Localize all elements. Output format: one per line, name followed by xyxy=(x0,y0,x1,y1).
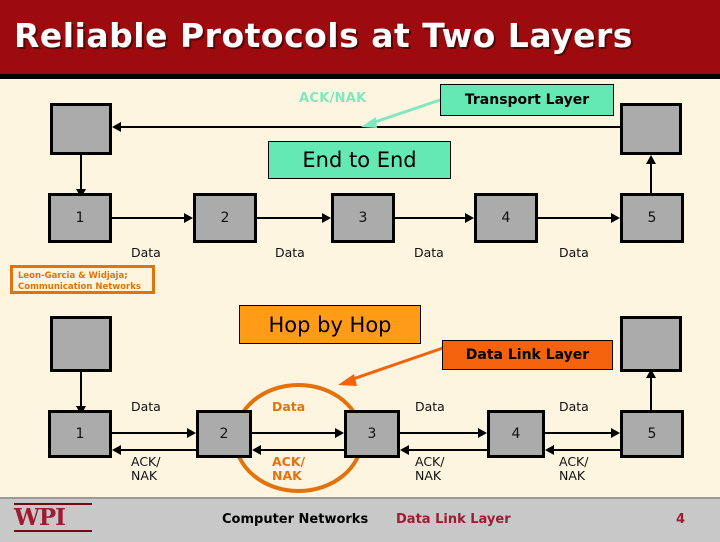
top-link-3-4 xyxy=(395,217,465,219)
bottom-ack-label-1: ACK/ NAK xyxy=(131,454,161,484)
callout-end-to-end-text: End to End xyxy=(302,148,417,172)
top-endpoint-left xyxy=(50,103,112,155)
top-node-1-label: 1 xyxy=(75,210,85,226)
bottom-node-2-label: 2 xyxy=(219,426,229,442)
bottom-data-label-4: Data xyxy=(559,399,589,414)
bottom-ack-link-2-1 xyxy=(121,449,196,451)
bottom-ack-link-4-3-arrowhead xyxy=(400,445,409,455)
top-link-4-5 xyxy=(538,217,611,219)
top-link-1-2-arrowhead xyxy=(184,213,193,223)
wpi-logo-text: WPI xyxy=(14,504,66,531)
top-data-label-3: Data xyxy=(414,245,444,260)
bottom-data-link-1-2-arrowhead xyxy=(187,428,196,438)
bottom-node-1-label: 1 xyxy=(75,426,85,442)
top-node-2-label: 2 xyxy=(220,210,230,226)
footer-topic: Data Link Layer xyxy=(396,512,511,527)
top-link-3-4-arrowhead xyxy=(465,213,474,223)
bottom-right-endpoint-connector xyxy=(650,376,652,410)
footer-page-number: 4 xyxy=(676,512,686,527)
wpi-logo: WPI xyxy=(14,503,92,532)
top-ack-return-arrowhead xyxy=(112,122,121,132)
callout-end-to-end: End to End xyxy=(268,141,451,179)
bottom-endpoint-right xyxy=(620,316,682,372)
bottom-data-link-4-5 xyxy=(545,432,611,434)
top-left-endpoint-connector xyxy=(80,155,82,193)
bottom-node-4: 4 xyxy=(487,410,545,458)
callout-data-link-layer: Data Link Layer xyxy=(442,340,613,370)
bottom-data-link-4-5-arrowhead xyxy=(611,428,620,438)
bottom-node-4-label: 4 xyxy=(511,426,521,442)
page-title: Reliable Protocols at Two Layers xyxy=(14,16,633,55)
top-data-label-1: Data xyxy=(131,245,161,260)
top-ack-return-line xyxy=(120,126,622,128)
top-node-5-label: 5 xyxy=(647,210,657,226)
bottom-left-endpoint-connector xyxy=(80,372,82,410)
top-link-2-3-arrowhead xyxy=(322,213,331,223)
bottom-node-1: 1 xyxy=(48,410,112,458)
top-node-3-label: 3 xyxy=(358,210,368,226)
slide-canvas: Reliable Protocols at Two Layers ACK/NAK… xyxy=(0,0,720,542)
bottom-data-label-2-highlight: Data xyxy=(272,399,306,414)
top-right-endpoint-arrowhead xyxy=(646,155,656,164)
top-ack-nak-label: ACK/NAK xyxy=(299,91,367,106)
title-divider xyxy=(0,74,720,79)
top-node-1: 1 xyxy=(48,193,112,243)
top-link-2-3 xyxy=(257,217,322,219)
callout-hop-by-hop-text: Hop by Hop xyxy=(268,312,392,337)
attribution-box: Leon-Garcia & Widjaja; Communication Net… xyxy=(10,265,155,294)
bottom-node-5-label: 5 xyxy=(647,426,657,442)
top-node-2: 2 xyxy=(193,193,257,243)
callout-data-link-layer-text: Data Link Layer xyxy=(465,347,590,363)
bottom-ack-link-2-1-arrowhead xyxy=(112,445,121,455)
attribution-line-1: Leon-Garcia & Widjaja; xyxy=(18,271,128,281)
bottom-node-3: 3 xyxy=(344,410,400,458)
top-link-1-2 xyxy=(112,217,184,219)
callout-hop-by-hop: Hop by Hop xyxy=(239,305,421,344)
top-data-label-2: Data xyxy=(275,245,305,260)
top-node-5: 5 xyxy=(620,193,684,243)
bottom-ack-link-5-4 xyxy=(554,449,620,451)
bottom-endpoint-left xyxy=(50,316,112,372)
bottom-data-link-3-4 xyxy=(400,432,478,434)
footer-course: Computer Networks xyxy=(222,512,369,527)
bottom-ack-link-3-2-arrowhead xyxy=(252,445,261,455)
callout-transport-layer-text: Transport Layer xyxy=(464,92,590,108)
bottom-node-3-label: 3 xyxy=(367,426,377,442)
bottom-data-link-1-2 xyxy=(112,432,187,434)
top-link-4-5-arrowhead xyxy=(611,213,620,223)
bottom-ack-label-3: ACK/ NAK xyxy=(415,454,445,484)
bottom-data-link-2-3-arrowhead xyxy=(335,428,344,438)
bottom-ack-link-4-3 xyxy=(409,449,487,451)
bottom-data-link-2-3 xyxy=(252,432,335,434)
bottom-ack-link-3-2 xyxy=(261,449,344,451)
bottom-ack-link-5-4-arrowhead xyxy=(545,445,554,455)
bottom-ack-label-2-highlight: ACK/ NAK xyxy=(272,454,306,484)
bottom-ack-label-4: ACK/ NAK xyxy=(559,454,589,484)
top-right-endpoint-connector xyxy=(650,162,652,194)
callout-transport-layer: Transport Layer xyxy=(440,84,614,116)
bottom-data-label-3: Data xyxy=(415,399,445,414)
bottom-data-link-3-4-arrowhead xyxy=(478,428,487,438)
top-node-4: 4 xyxy=(474,193,538,243)
bottom-right-endpoint-arrowhead xyxy=(646,369,656,378)
top-data-label-4: Data xyxy=(559,245,589,260)
bottom-node-5: 5 xyxy=(620,410,684,458)
top-node-4-label: 4 xyxy=(501,210,511,226)
attribution-line-2: Communication Networks xyxy=(18,282,141,293)
bottom-node-2: 2 xyxy=(196,410,252,458)
top-endpoint-right xyxy=(620,103,682,155)
top-node-3: 3 xyxy=(331,193,395,243)
bottom-data-label-1: Data xyxy=(131,399,161,414)
